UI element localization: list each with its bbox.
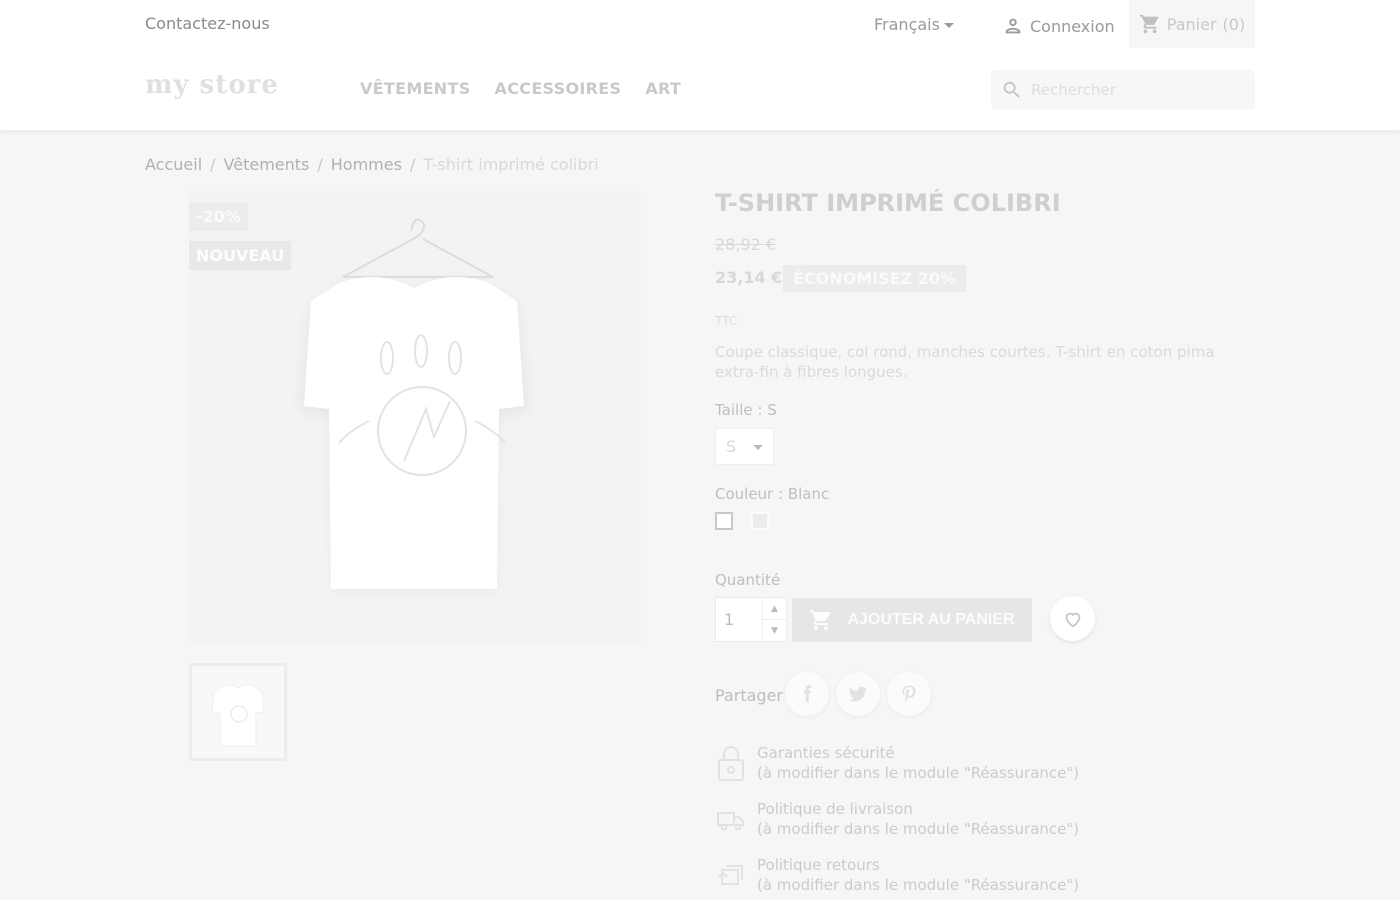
discount-badge: -20% <box>189 202 248 231</box>
size-value: S <box>726 437 737 456</box>
login-link[interactable]: Connexion <box>1002 15 1115 37</box>
quantity-label: Quantité <box>715 571 781 589</box>
product-thumbnail[interactable] <box>189 663 287 761</box>
user-icon <box>1005 18 1021 34</box>
reassurance-title: Garanties sécurité <box>757 744 895 762</box>
new-badge: NOUVEAU <box>189 241 292 270</box>
share-twitter-button[interactable] <box>836 672 880 716</box>
language-selector[interactable]: Français <box>874 15 954 34</box>
lock-icon <box>715 743 747 783</box>
reassurance-title: Politique de livraison <box>757 800 913 818</box>
share-label: Partager <box>715 686 783 705</box>
color-label: Couleur : Blanc <box>715 485 830 503</box>
breadcrumb-category[interactable]: Vêtements <box>224 155 310 174</box>
color-swatch-white[interactable] <box>715 512 733 530</box>
product-description: Coupe classique, col rond, manches court… <box>715 343 1215 381</box>
breadcrumb-separator: / <box>409 155 416 174</box>
language-label: Français <box>874 15 940 34</box>
cart-icon <box>810 610 831 630</box>
size-select[interactable]: S <box>715 428 774 465</box>
pinterest-icon <box>902 685 916 703</box>
nav-item-accessoires[interactable]: ACCESSOIRES <box>495 79 622 98</box>
breadcrumb-subcategory[interactable]: Hommes <box>331 155 402 174</box>
chevron-down-icon <box>753 445 763 450</box>
add-to-cart-button[interactable]: AJOUTER AU PANIER <box>792 598 1032 642</box>
color-swatch-grey[interactable] <box>751 512 769 530</box>
main-nav: VÊTEMENTS ACCESSOIRES ART <box>360 79 681 98</box>
return-icon <box>715 855 747 895</box>
cart-button[interactable]: Panier (0) <box>1129 0 1255 48</box>
heart-icon <box>1065 612 1080 627</box>
product-title: T-SHIRT IMPRIMÉ COLIBRI <box>715 189 1061 217</box>
twitter-icon <box>848 686 868 702</box>
reassurance-subtitle: (à modifier dans le module "Réassurance"… <box>757 764 1080 782</box>
cart-count: (0) <box>1222 14 1246 34</box>
facebook-icon <box>803 685 812 703</box>
quantity-stepper: ▲ ▼ <box>715 597 787 642</box>
share-facebook-button[interactable] <box>785 672 829 716</box>
truck-icon <box>715 799 747 839</box>
quantity-increment-icon[interactable]: ▲ <box>763 598 786 620</box>
search-input[interactable] <box>1031 81 1241 99</box>
store-logo[interactable]: my store <box>145 70 279 100</box>
reassurance-subtitle: (à modifier dans le module "Réassurance"… <box>757 876 1080 894</box>
reassurance-item: Politique de livraison (à modifier dans … <box>715 799 1079 839</box>
cart-icon <box>1139 14 1159 34</box>
nav-item-vetements[interactable]: VÊTEMENTS <box>360 79 471 98</box>
savings-badge: ÉCONOMISEZ 20% <box>783 265 967 292</box>
quantity-decrement-icon[interactable]: ▼ <box>763 620 786 641</box>
breadcrumb-separator: / <box>210 155 216 174</box>
regular-price: 28,92 € <box>715 235 777 254</box>
login-label: Connexion <box>1030 16 1115 36</box>
add-to-cart-label: AJOUTER AU PANIER <box>847 611 1015 628</box>
reassurance-item: Garanties sécurité (à modifier dans le m… <box>715 743 1079 783</box>
wishlist-button[interactable] <box>1050 596 1095 641</box>
search-box <box>991 70 1255 110</box>
cart-label: Panier <box>1166 14 1217 34</box>
quantity-input[interactable] <box>716 598 763 641</box>
reassurance-title: Politique retours <box>757 856 880 874</box>
current-price: 23,14 € <box>715 268 783 287</box>
breadcrumb: Accueil / Vêtements / Hommes / T-shirt i… <box>145 155 599 174</box>
tax-label: TTC <box>715 314 738 328</box>
reassurance-subtitle: (à modifier dans le module "Réassurance"… <box>757 820 1080 838</box>
share-pinterest-button[interactable] <box>887 672 931 716</box>
contact-link[interactable]: Contactez-nous <box>145 14 270 33</box>
site-header: Contactez-nous Français Connexion Panier… <box>0 0 1400 130</box>
breadcrumb-current: T-shirt imprimé colibri <box>423 155 599 174</box>
tshirt-thumbnail-image <box>192 666 284 758</box>
reassurance-item: Politique retours (à modifier dans le mo… <box>715 855 1079 895</box>
search-icon[interactable] <box>1001 79 1023 101</box>
size-label: Taille : S <box>715 401 777 419</box>
chevron-down-icon <box>943 23 954 28</box>
nav-item-art[interactable]: ART <box>645 79 681 98</box>
breadcrumb-home[interactable]: Accueil <box>145 155 202 174</box>
breadcrumb-separator: / <box>317 155 323 174</box>
